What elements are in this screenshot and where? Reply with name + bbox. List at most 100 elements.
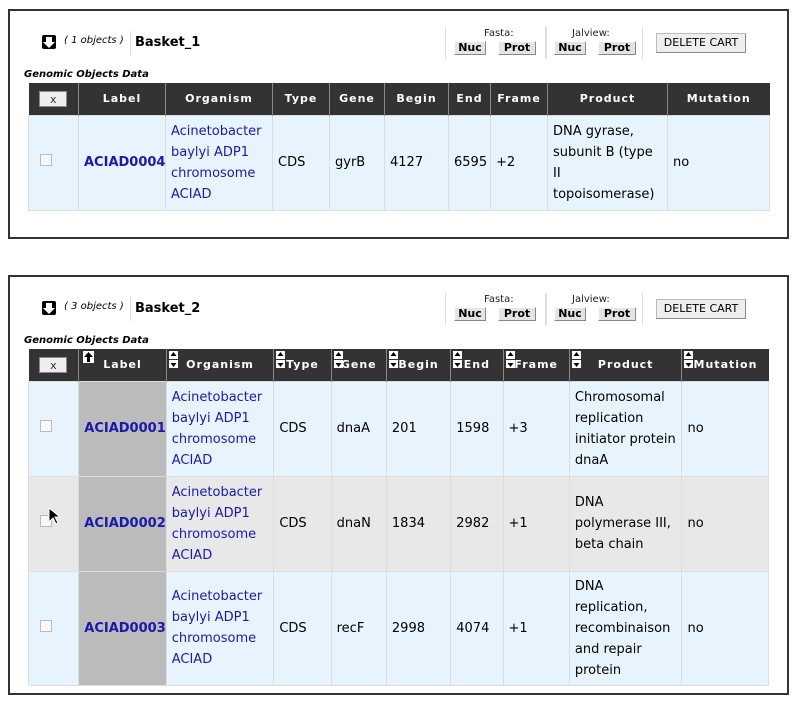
sort-arrows-icon bbox=[505, 351, 515, 371]
jalview-prot-button[interactable]: Prot bbox=[598, 307, 636, 321]
product-line: DNA replication, bbox=[574, 578, 648, 615]
begin-cell: 4127 bbox=[384, 114, 449, 211]
mutation-cell: no bbox=[681, 475, 769, 572]
fasta-export: Fasta: Nuc Prot bbox=[445, 293, 547, 325]
gene-cell: dnaA bbox=[330, 380, 387, 477]
product-line: Chromosomal bbox=[574, 389, 665, 405]
header-product-text: Product bbox=[597, 358, 654, 372]
header-row: x Label Organism Type Gene Begin End Fra… bbox=[28, 349, 769, 381]
delete-cart-button[interactable]: DELETE CART bbox=[656, 33, 746, 53]
fasta-prot-button[interactable]: Prot bbox=[498, 41, 536, 55]
row-checkbox[interactable] bbox=[40, 154, 52, 166]
header-begin[interactable]: Begin bbox=[384, 83, 449, 115]
header-mutation[interactable]: Mutation bbox=[681, 349, 769, 381]
header-gene[interactable]: Gene bbox=[329, 83, 385, 115]
fasta-export: Fasta: Nuc Prot bbox=[445, 27, 547, 59]
organism-link[interactable]: Acinetobacter baylyi ADP1 chromosome ACI… bbox=[165, 475, 275, 572]
product-line: DNA bbox=[574, 495, 604, 510]
fasta-prot-button[interactable]: Prot bbox=[498, 307, 536, 321]
gene-cell: recF bbox=[330, 570, 387, 686]
fasta-nuc-button[interactable]: Nuc bbox=[454, 307, 486, 321]
type-cell: CDS bbox=[272, 114, 330, 211]
table-row: ACIAD0001 Acinetobacter baylyi ADP1 chro… bbox=[27, 380, 769, 477]
organism-line: chromosome bbox=[171, 165, 256, 181]
header-product[interactable]: Product bbox=[568, 349, 682, 381]
product-line: polymerase III, bbox=[574, 516, 671, 531]
object-count: ( 1 objects ) bbox=[64, 35, 124, 46]
type-cell: CDS bbox=[273, 380, 332, 477]
jalview-prot-button[interactable]: Prot bbox=[598, 41, 636, 55]
header-begin[interactable]: Begin bbox=[385, 349, 451, 381]
basket-name: Basket_1 bbox=[130, 31, 200, 55]
header-begin-text: Begin bbox=[398, 358, 439, 372]
clear-selection-button[interactable]: x bbox=[39, 90, 68, 107]
header-select: x bbox=[28, 83, 79, 115]
table-caption: Genomic Objects Data bbox=[24, 335, 149, 346]
organism-link[interactable]: Acinetobacter baylyi ADP1 chromosome ACI… bbox=[165, 114, 273, 211]
frame-cell: +1 bbox=[502, 570, 570, 686]
table-row: ACIAD0003 Acinetobacter baylyi ADP1 chro… bbox=[27, 570, 769, 686]
mouse-pointer-icon bbox=[48, 506, 62, 529]
label-link[interactable]: ACIAD0002 bbox=[78, 475, 167, 572]
arrow-down-icon[interactable] bbox=[42, 35, 56, 49]
sort-arrows-icon bbox=[571, 351, 581, 371]
header-end[interactable]: End bbox=[450, 349, 504, 381]
header-gene-text: Gene bbox=[340, 358, 377, 372]
product-line: recombinaison bbox=[574, 620, 671, 636]
fasta-nuc-button[interactable]: Nuc bbox=[454, 41, 486, 55]
product-cell: Chromosomal replication initiator protei… bbox=[568, 380, 683, 477]
jalview-nuc-button[interactable]: Nuc bbox=[554, 41, 586, 55]
gene-cell: gyrB bbox=[329, 114, 385, 211]
delete-cart-button[interactable]: DELETE CART bbox=[656, 299, 746, 319]
sort-arrows-icon bbox=[168, 351, 178, 371]
sort-arrows-icon bbox=[276, 351, 286, 371]
arrow-up-icon bbox=[83, 351, 95, 363]
header-label[interactable]: Label bbox=[78, 83, 166, 115]
label-link[interactable]: ACIAD0004 bbox=[78, 114, 166, 211]
clear-selection-button[interactable]: x bbox=[39, 356, 68, 373]
header-mutation[interactable]: Mutation bbox=[667, 83, 770, 115]
basket-panel-2: ( 3 objects ) Basket_2 Fasta: Nuc Prot J… bbox=[8, 275, 789, 695]
header-organism[interactable]: Organism bbox=[165, 83, 273, 115]
header-organism-text: Organism bbox=[186, 358, 254, 372]
organism-line: Acinetobacter bbox=[171, 389, 263, 405]
header-end[interactable]: End bbox=[448, 83, 491, 115]
begin-cell: 201 bbox=[385, 380, 452, 477]
sort-arrows-icon bbox=[453, 351, 463, 371]
row-checkbox[interactable] bbox=[40, 619, 52, 632]
product-line: protein bbox=[574, 662, 622, 678]
organism-line: Acinetobacter bbox=[171, 484, 263, 500]
jalview-nuc-button[interactable]: Nuc bbox=[554, 307, 586, 321]
label-link[interactable]: ACIAD0001 bbox=[78, 380, 167, 477]
header-frame-text: Frame bbox=[514, 358, 558, 372]
organism-link[interactable]: Acinetobacter baylyi ADP1 chromosome ACI… bbox=[165, 380, 275, 477]
organism-line: ACIAD bbox=[171, 547, 213, 563]
object-count: ( 3 objects ) bbox=[64, 301, 124, 312]
header-end-text: End bbox=[463, 358, 490, 372]
product-cell: DNA replication, recombinaison and repai… bbox=[568, 570, 683, 686]
row-select-cell bbox=[27, 570, 80, 686]
header-frame[interactable]: Frame bbox=[502, 349, 570, 381]
header-organism[interactable]: Organism bbox=[165, 349, 274, 381]
arrow-down-icon[interactable] bbox=[42, 301, 56, 315]
header-type-text: Type bbox=[286, 358, 319, 372]
header-type[interactable]: Type bbox=[273, 349, 332, 381]
organism-line: baylyi ADP1 bbox=[171, 610, 250, 625]
header-product[interactable]: Product bbox=[547, 83, 668, 115]
organism-line: ACIAD bbox=[171, 452, 213, 468]
organism-line: chromosome bbox=[171, 526, 257, 542]
header-gene[interactable]: Gene bbox=[330, 349, 387, 381]
objects-table: x Label Organism Type Gene Begin End Fra… bbox=[27, 349, 769, 686]
fasta-label: Fasta: bbox=[484, 28, 514, 39]
row-checkbox[interactable] bbox=[40, 420, 52, 432]
sort-arrows-icon bbox=[684, 351, 694, 371]
header-type[interactable]: Type bbox=[272, 83, 330, 115]
label-link[interactable]: ACIAD0003 bbox=[78, 570, 167, 686]
header-select: x bbox=[28, 349, 79, 381]
basket-name: Basket_2 bbox=[130, 297, 200, 321]
header-label[interactable]: Label bbox=[78, 349, 167, 381]
organism-link[interactable]: Acinetobacter baylyi ADP1 chromosome ACI… bbox=[165, 570, 275, 686]
frame-cell: +3 bbox=[502, 380, 570, 477]
header-frame[interactable]: Frame bbox=[490, 83, 548, 115]
frame-cell: +2 bbox=[490, 114, 548, 211]
